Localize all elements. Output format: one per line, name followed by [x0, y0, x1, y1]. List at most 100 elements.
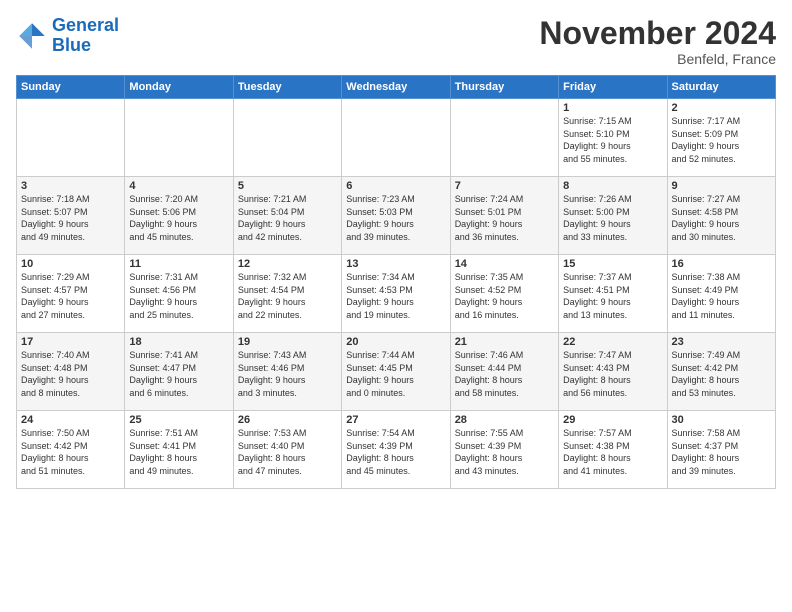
day-number: 19: [238, 336, 337, 348]
header: General Blue November 2024 Benfeld, Fran…: [16, 16, 776, 67]
day-number: 29: [563, 414, 662, 426]
day-info: Sunrise: 7:26 AM Sunset: 5:00 PM Dayligh…: [563, 193, 662, 243]
day-cell: 27Sunrise: 7:54 AM Sunset: 4:39 PM Dayli…: [342, 411, 450, 489]
day-cell: 7Sunrise: 7:24 AM Sunset: 5:01 PM Daylig…: [450, 177, 558, 255]
day-cell: 4Sunrise: 7:20 AM Sunset: 5:06 PM Daylig…: [125, 177, 233, 255]
day-number: 30: [672, 414, 771, 426]
page: General Blue November 2024 Benfeld, Fran…: [0, 0, 792, 612]
day-cell: 13Sunrise: 7:34 AM Sunset: 4:53 PM Dayli…: [342, 255, 450, 333]
column-header-wednesday: Wednesday: [342, 76, 450, 99]
day-info: Sunrise: 7:38 AM Sunset: 4:49 PM Dayligh…: [672, 271, 771, 321]
day-info: Sunrise: 7:17 AM Sunset: 5:09 PM Dayligh…: [672, 115, 771, 165]
day-number: 12: [238, 258, 337, 270]
day-number: 17: [21, 336, 120, 348]
day-cell: 8Sunrise: 7:26 AM Sunset: 5:00 PM Daylig…: [559, 177, 667, 255]
calendar-table: SundayMondayTuesdayWednesdayThursdayFrid…: [16, 75, 776, 489]
week-row-5: 24Sunrise: 7:50 AM Sunset: 4:42 PM Dayli…: [17, 411, 776, 489]
day-number: 21: [455, 336, 554, 348]
title-block: November 2024 Benfeld, France: [539, 16, 776, 67]
day-info: Sunrise: 7:57 AM Sunset: 4:38 PM Dayligh…: [563, 427, 662, 477]
day-info: Sunrise: 7:47 AM Sunset: 4:43 PM Dayligh…: [563, 349, 662, 399]
column-header-monday: Monday: [125, 76, 233, 99]
day-cell: 28Sunrise: 7:55 AM Sunset: 4:39 PM Dayli…: [450, 411, 558, 489]
day-number: 18: [129, 336, 228, 348]
day-info: Sunrise: 7:35 AM Sunset: 4:52 PM Dayligh…: [455, 271, 554, 321]
day-cell: [17, 99, 125, 177]
day-number: 2: [672, 102, 771, 114]
day-cell: [125, 99, 233, 177]
day-number: 16: [672, 258, 771, 270]
day-cell: 3Sunrise: 7:18 AM Sunset: 5:07 PM Daylig…: [17, 177, 125, 255]
day-info: Sunrise: 7:18 AM Sunset: 5:07 PM Dayligh…: [21, 193, 120, 243]
day-info: Sunrise: 7:46 AM Sunset: 4:44 PM Dayligh…: [455, 349, 554, 399]
day-number: 28: [455, 414, 554, 426]
day-number: 3: [21, 180, 120, 192]
day-number: 15: [563, 258, 662, 270]
day-cell: 12Sunrise: 7:32 AM Sunset: 4:54 PM Dayli…: [233, 255, 341, 333]
week-row-4: 17Sunrise: 7:40 AM Sunset: 4:48 PM Dayli…: [17, 333, 776, 411]
day-info: Sunrise: 7:37 AM Sunset: 4:51 PM Dayligh…: [563, 271, 662, 321]
column-header-friday: Friday: [559, 76, 667, 99]
day-cell: 11Sunrise: 7:31 AM Sunset: 4:56 PM Dayli…: [125, 255, 233, 333]
day-info: Sunrise: 7:41 AM Sunset: 4:47 PM Dayligh…: [129, 349, 228, 399]
day-cell: 21Sunrise: 7:46 AM Sunset: 4:44 PM Dayli…: [450, 333, 558, 411]
day-cell: 23Sunrise: 7:49 AM Sunset: 4:42 PM Dayli…: [667, 333, 775, 411]
week-row-1: 1Sunrise: 7:15 AM Sunset: 5:10 PM Daylig…: [17, 99, 776, 177]
day-cell: 22Sunrise: 7:47 AM Sunset: 4:43 PM Dayli…: [559, 333, 667, 411]
day-info: Sunrise: 7:53 AM Sunset: 4:40 PM Dayligh…: [238, 427, 337, 477]
day-cell: 18Sunrise: 7:41 AM Sunset: 4:47 PM Dayli…: [125, 333, 233, 411]
day-cell: [233, 99, 341, 177]
day-cell: 17Sunrise: 7:40 AM Sunset: 4:48 PM Dayli…: [17, 333, 125, 411]
day-number: 10: [21, 258, 120, 270]
day-cell: 29Sunrise: 7:57 AM Sunset: 4:38 PM Dayli…: [559, 411, 667, 489]
day-cell: 26Sunrise: 7:53 AM Sunset: 4:40 PM Dayli…: [233, 411, 341, 489]
day-cell: [342, 99, 450, 177]
day-number: 5: [238, 180, 337, 192]
day-number: 25: [129, 414, 228, 426]
day-info: Sunrise: 7:50 AM Sunset: 4:42 PM Dayligh…: [21, 427, 120, 477]
day-cell: 30Sunrise: 7:58 AM Sunset: 4:37 PM Dayli…: [667, 411, 775, 489]
month-title: November 2024: [539, 16, 776, 51]
day-number: 20: [346, 336, 445, 348]
column-header-tuesday: Tuesday: [233, 76, 341, 99]
day-info: Sunrise: 7:51 AM Sunset: 4:41 PM Dayligh…: [129, 427, 228, 477]
day-info: Sunrise: 7:31 AM Sunset: 4:56 PM Dayligh…: [129, 271, 228, 321]
day-info: Sunrise: 7:54 AM Sunset: 4:39 PM Dayligh…: [346, 427, 445, 477]
day-cell: 14Sunrise: 7:35 AM Sunset: 4:52 PM Dayli…: [450, 255, 558, 333]
day-info: Sunrise: 7:43 AM Sunset: 4:46 PM Dayligh…: [238, 349, 337, 399]
day-info: Sunrise: 7:55 AM Sunset: 4:39 PM Dayligh…: [455, 427, 554, 477]
week-row-3: 10Sunrise: 7:29 AM Sunset: 4:57 PM Dayli…: [17, 255, 776, 333]
day-info: Sunrise: 7:49 AM Sunset: 4:42 PM Dayligh…: [672, 349, 771, 399]
day-number: 4: [129, 180, 228, 192]
day-info: Sunrise: 7:27 AM Sunset: 4:58 PM Dayligh…: [672, 193, 771, 243]
day-info: Sunrise: 7:32 AM Sunset: 4:54 PM Dayligh…: [238, 271, 337, 321]
column-header-saturday: Saturday: [667, 76, 775, 99]
day-cell: 5Sunrise: 7:21 AM Sunset: 5:04 PM Daylig…: [233, 177, 341, 255]
day-cell: 16Sunrise: 7:38 AM Sunset: 4:49 PM Dayli…: [667, 255, 775, 333]
day-info: Sunrise: 7:29 AM Sunset: 4:57 PM Dayligh…: [21, 271, 120, 321]
day-cell: 15Sunrise: 7:37 AM Sunset: 4:51 PM Dayli…: [559, 255, 667, 333]
day-number: 26: [238, 414, 337, 426]
day-cell: 1Sunrise: 7:15 AM Sunset: 5:10 PM Daylig…: [559, 99, 667, 177]
day-cell: 25Sunrise: 7:51 AM Sunset: 4:41 PM Dayli…: [125, 411, 233, 489]
day-info: Sunrise: 7:24 AM Sunset: 5:01 PM Dayligh…: [455, 193, 554, 243]
day-number: 13: [346, 258, 445, 270]
day-number: 22: [563, 336, 662, 348]
day-number: 23: [672, 336, 771, 348]
day-info: Sunrise: 7:40 AM Sunset: 4:48 PM Dayligh…: [21, 349, 120, 399]
day-cell: 10Sunrise: 7:29 AM Sunset: 4:57 PM Dayli…: [17, 255, 125, 333]
day-cell: 19Sunrise: 7:43 AM Sunset: 4:46 PM Dayli…: [233, 333, 341, 411]
week-row-2: 3Sunrise: 7:18 AM Sunset: 5:07 PM Daylig…: [17, 177, 776, 255]
day-number: 7: [455, 180, 554, 192]
column-header-thursday: Thursday: [450, 76, 558, 99]
day-cell: 24Sunrise: 7:50 AM Sunset: 4:42 PM Dayli…: [17, 411, 125, 489]
day-number: 6: [346, 180, 445, 192]
day-number: 1: [563, 102, 662, 114]
day-number: 24: [21, 414, 120, 426]
logo-text: General Blue: [52, 16, 119, 56]
day-number: 9: [672, 180, 771, 192]
day-cell: 2Sunrise: 7:17 AM Sunset: 5:09 PM Daylig…: [667, 99, 775, 177]
day-info: Sunrise: 7:21 AM Sunset: 5:04 PM Dayligh…: [238, 193, 337, 243]
day-cell: 6Sunrise: 7:23 AM Sunset: 5:03 PM Daylig…: [342, 177, 450, 255]
day-info: Sunrise: 7:44 AM Sunset: 4:45 PM Dayligh…: [346, 349, 445, 399]
